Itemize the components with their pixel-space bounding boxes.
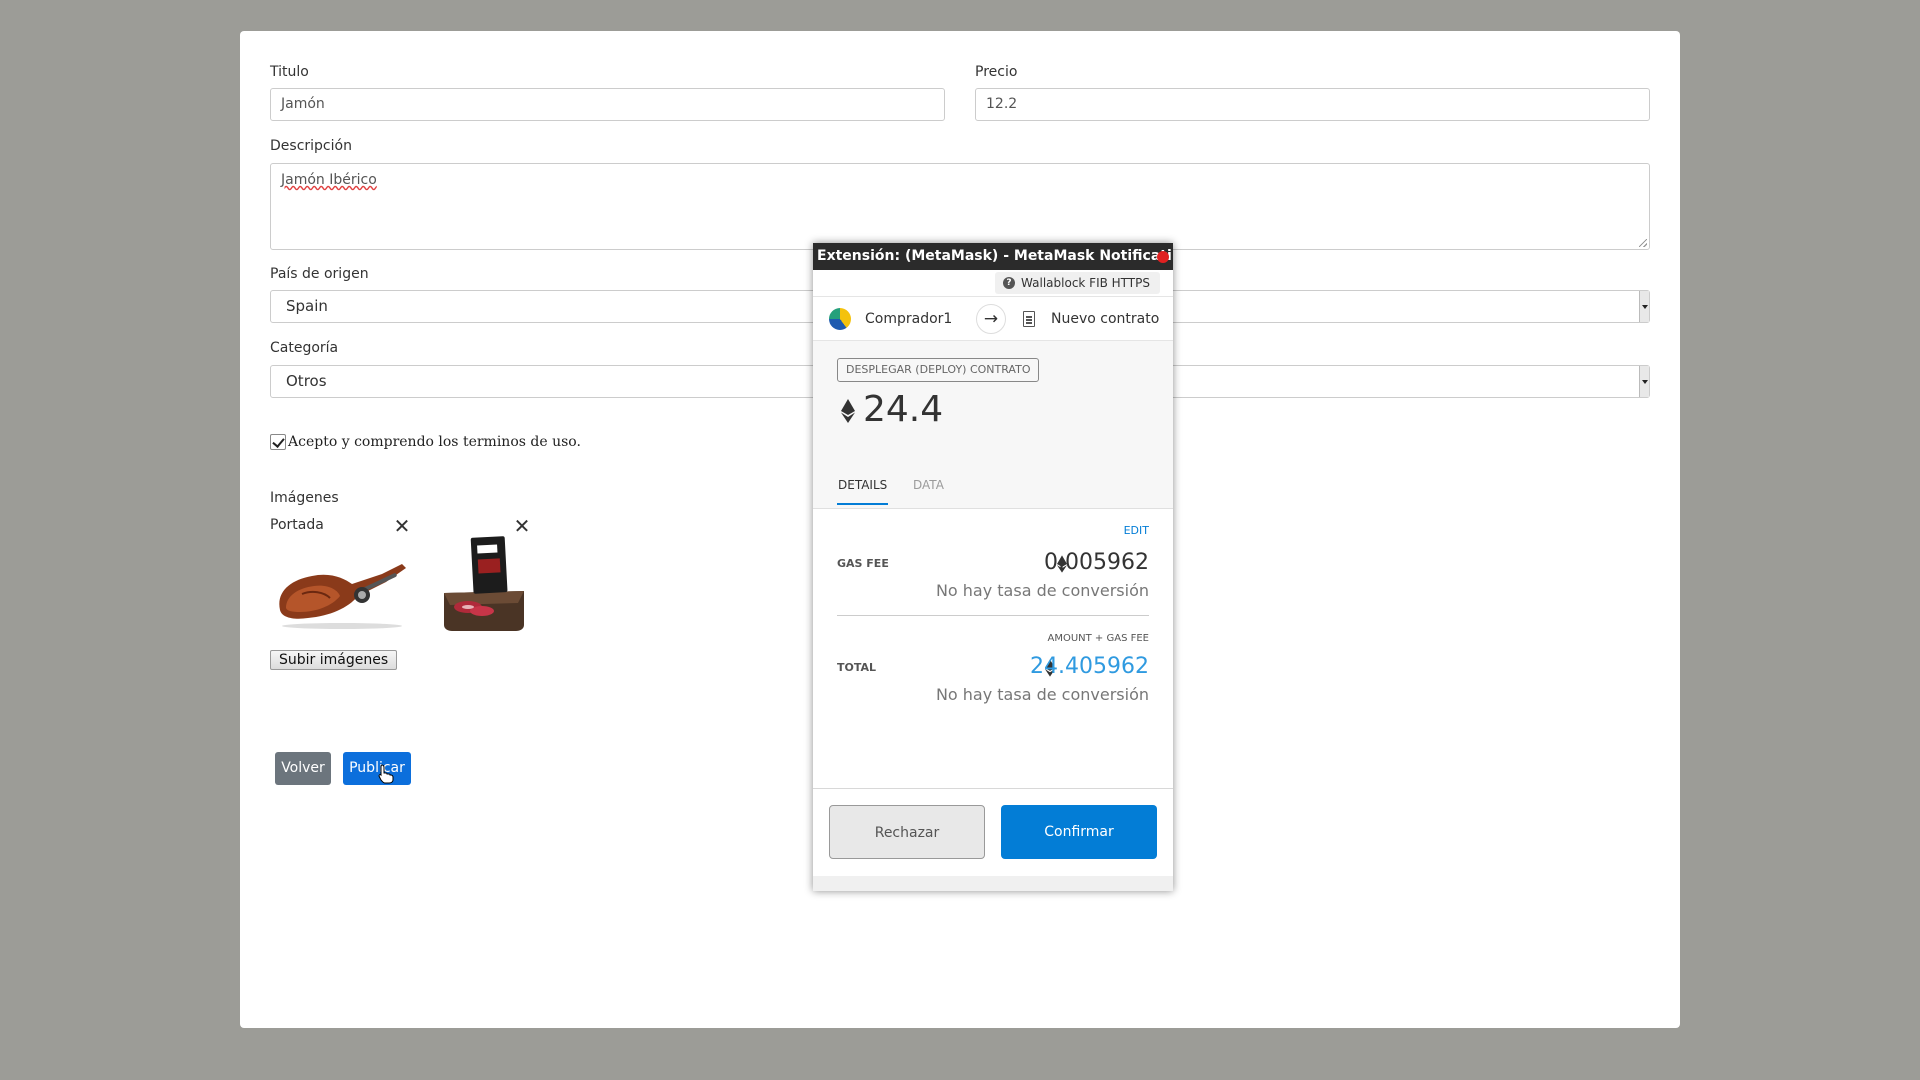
ham-leg-image — [279, 564, 406, 629]
network-row: ? Wallablock FIB HTTPS — [813, 270, 1173, 297]
to-contract: Nuevo contrato — [1051, 311, 1160, 327]
terms-row[interactable]: Acepto y comprendo los terminos de uso. — [270, 434, 581, 450]
transaction-amount: 24.4 — [863, 389, 944, 430]
tab-details[interactable]: DETAILS — [836, 478, 889, 505]
title-label: Titulo — [270, 64, 309, 80]
network-selector[interactable]: ? Wallablock FIB HTTPS — [995, 272, 1160, 294]
back-button[interactable]: Volver — [275, 752, 331, 785]
terms-label: Acepto y comprendo los terminos de uso. — [288, 434, 581, 450]
resize-grip-icon[interactable] — [1639, 239, 1647, 247]
publish-button[interactable]: Publicar — [343, 752, 411, 785]
metamask-notification-window: Extensión: (MetaMask) - MetaMask Notific… — [813, 243, 1173, 891]
price-input[interactable]: 12.2 — [975, 88, 1650, 121]
description-label: Descripción — [270, 138, 352, 154]
terms-checkbox[interactable] — [270, 434, 286, 450]
reject-button[interactable]: Rechazar — [829, 805, 985, 859]
cover-label: Portada — [270, 517, 324, 533]
description-textarea[interactable]: Jamón Ibérico — [270, 163, 1650, 250]
gas-fee-conversion: No hay tasa de conversión — [935, 581, 1149, 600]
total-label: TOTAL — [837, 661, 877, 674]
remove-image-1-icon[interactable]: ✕ — [393, 516, 411, 536]
upload-images-button[interactable]: Subir imágenes — [270, 650, 398, 670]
country-label: País de origen — [270, 266, 369, 282]
gas-fee-label: GAS FEE — [837, 557, 889, 570]
price-label: Precio — [975, 64, 1018, 80]
window-bottom-bar — [813, 876, 1173, 891]
from-account: Comprador1 — [865, 311, 953, 327]
tab-data[interactable]: DATA — [913, 478, 944, 492]
divider — [837, 615, 1149, 616]
edit-gas-link[interactable]: EDIT — [1124, 524, 1149, 537]
select-arrow-icon[interactable] — [1639, 366, 1649, 397]
action-footer: Rechazar Confirmar — [813, 788, 1173, 876]
hand-cursor-icon — [378, 764, 394, 784]
category-label: Categoría — [270, 340, 339, 356]
amount-gas-label: AMOUNT + GAS FEE — [1047, 633, 1150, 644]
select-arrow-icon[interactable] — [1639, 291, 1649, 322]
description-text: Jamón Ibérico — [281, 172, 377, 188]
arrow-right-icon: → — [976, 304, 1006, 334]
gas-fee-value: 0.005962 — [1044, 550, 1149, 575]
details-tabs: DETAILS DATA — [813, 464, 1173, 508]
action-badge: DESPLEGAR (DEPLOY) CONTRATO — [837, 358, 1040, 382]
window-title: Extensión: (MetaMask) - MetaMask Notific… — [817, 248, 1173, 264]
confirm-button[interactable]: Confirmar — [1001, 805, 1157, 859]
details-panel: EDIT GAS FEE 0.005962 No hay tasa de con… — [813, 509, 1173, 779]
document-icon — [1023, 311, 1035, 327]
total-value: 24.405962 — [1030, 654, 1149, 679]
transaction-summary: DESPLEGAR (DEPLOY) CONTRATO 24.4 DETAILS… — [813, 341, 1173, 509]
country-value: Spain — [286, 297, 328, 315]
title-input[interactable]: Jamón — [270, 88, 945, 121]
account-avatar — [829, 308, 851, 330]
total-conversion: No hay tasa de conversión — [935, 685, 1149, 704]
images-label: Imágenes — [270, 490, 339, 506]
packaged-ham-image — [444, 536, 524, 631]
category-value: Otros — [286, 372, 327, 390]
ether-icon — [841, 399, 855, 423]
window-titlebar[interactable]: Extensión: (MetaMask) - MetaMask Notific… — [813, 243, 1173, 270]
close-window-icon[interactable] — [1157, 251, 1169, 263]
account-row: Comprador1 → Nuevo contrato — [813, 297, 1173, 341]
question-icon: ? — [1003, 277, 1016, 289]
network-name: Wallablock FIB HTTPS — [1021, 276, 1150, 290]
